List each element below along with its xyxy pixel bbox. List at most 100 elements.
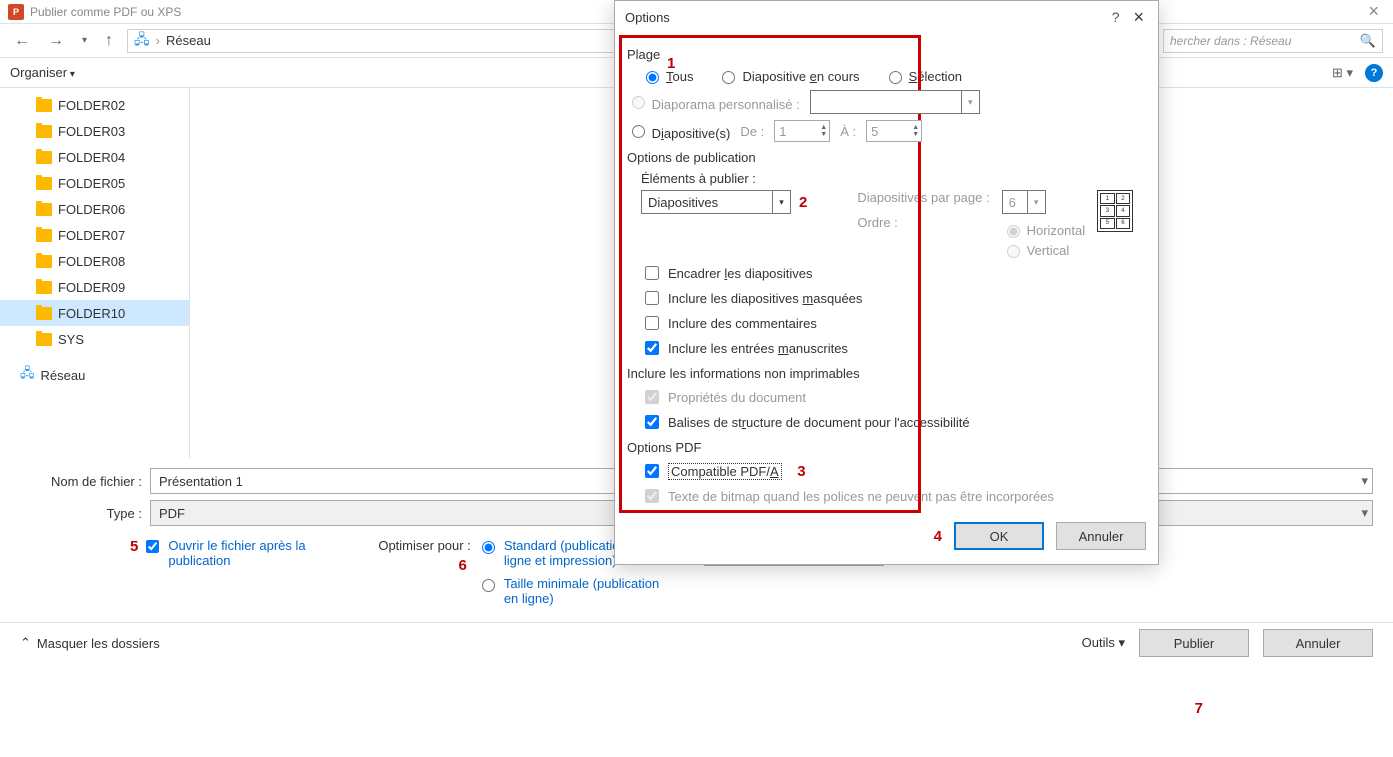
chevron-up-icon: ⌃ bbox=[20, 635, 31, 651]
hidden-slides-checkbox[interactable]: Inclure les diapositives masquées bbox=[641, 288, 1146, 308]
dialog-title: Options bbox=[625, 10, 1112, 25]
to-label: À : bbox=[840, 124, 856, 139]
ok-button[interactable]: OK bbox=[954, 522, 1044, 550]
tree-folder[interactable]: FOLDER06 bbox=[0, 196, 189, 222]
frame-slides-checkbox[interactable]: Encadrer les diapositives bbox=[641, 263, 1146, 283]
doc-props-checkbox: Propriétés du document bbox=[641, 387, 1146, 407]
tree-folder[interactable]: SYS bbox=[0, 326, 189, 352]
bitmap-text-checkbox: Texte de bitmap quand les polices ne peu… bbox=[641, 486, 1146, 506]
tree-folder-label: FOLDER08 bbox=[58, 254, 125, 269]
comments-checkbox[interactable]: Inclure des commentaires bbox=[641, 313, 1146, 333]
publish-label: Publier bbox=[1174, 636, 1214, 651]
search-input[interactable]: hercher dans : Réseau 🔍 bbox=[1163, 29, 1383, 53]
folder-icon bbox=[36, 177, 52, 190]
cancel-label: Annuler bbox=[1296, 636, 1341, 651]
publish-options-label: Options de publication bbox=[627, 150, 1146, 165]
folder-icon bbox=[36, 281, 52, 294]
dropdown-icon[interactable]: ▾ bbox=[1361, 505, 1368, 521]
tree-folder-label: FOLDER10 bbox=[58, 306, 125, 321]
elements-label: Éléments à publier : bbox=[641, 171, 1146, 186]
footer: ⌃ Masquer les dossiers Outils ▾ Publier … bbox=[0, 622, 1393, 669]
from-spinner[interactable]: 1▲▼ bbox=[774, 120, 830, 142]
range-slides-radio[interactable]: Diapositive(s) bbox=[627, 122, 730, 141]
tree-network[interactable]: 🖧Réseau bbox=[0, 362, 189, 388]
type-label: Type : bbox=[20, 506, 150, 521]
cancel-button[interactable]: Annuler bbox=[1263, 629, 1373, 657]
pdf-options-label: Options PDF bbox=[627, 440, 1146, 455]
tree-folder[interactable]: FOLDER08 bbox=[0, 248, 189, 274]
tree-folder-label: FOLDER07 bbox=[58, 228, 125, 243]
help-icon[interactable]: ? bbox=[1365, 64, 1383, 82]
range-selection-radio[interactable]: Sélection bbox=[884, 68, 962, 84]
tree-folder[interactable]: FOLDER02 bbox=[0, 92, 189, 118]
annotation-5: 5 bbox=[130, 538, 138, 614]
folder-tree[interactable]: FOLDER02 FOLDER03 FOLDER04 FOLDER05 FOLD… bbox=[0, 88, 190, 458]
folder-icon bbox=[36, 229, 52, 242]
range-current-radio[interactable]: Diapositive en cours bbox=[717, 68, 859, 84]
breadcrumb-sep: › bbox=[156, 33, 160, 48]
publish-button[interactable]: Publier bbox=[1139, 629, 1249, 657]
options-dialog: Options ? × Plage 1 Tous Diapositive en … bbox=[614, 0, 1159, 565]
elements-select[interactable]: Diapositives ▾ bbox=[641, 190, 791, 214]
folder-icon bbox=[36, 333, 52, 346]
struct-tags-checkbox[interactable]: Balises de structure de document pour l'… bbox=[641, 412, 1146, 432]
tree-folder[interactable]: FOLDER05 bbox=[0, 170, 189, 196]
open-after-checkbox[interactable]: Ouvrir le fichier après la publication bbox=[142, 538, 338, 614]
slides-per-page-select: 6▾ bbox=[1002, 190, 1046, 214]
to-value: 5 bbox=[871, 124, 878, 139]
tree-network-label: Réseau bbox=[41, 368, 86, 383]
ok-label: OK bbox=[990, 529, 1009, 544]
search-icon[interactable]: 🔍 bbox=[1360, 33, 1376, 49]
back-icon[interactable]: ← bbox=[10, 30, 34, 52]
comments-label: Inclure des commentaires bbox=[668, 316, 817, 331]
layout-preview-icon: 123456 bbox=[1097, 190, 1133, 232]
dialog-close-icon[interactable]: × bbox=[1129, 7, 1148, 28]
dialog-titlebar: Options ? × bbox=[615, 1, 1158, 33]
dialog-cancel-button[interactable]: Annuler bbox=[1056, 522, 1146, 550]
elements-value: Diapositives bbox=[648, 195, 718, 210]
folder-icon bbox=[36, 151, 52, 164]
tree-folder[interactable]: FOLDER03 bbox=[0, 118, 189, 144]
organize-button[interactable]: Organiser bbox=[10, 65, 75, 80]
pdfa-checkbox[interactable]: Compatible PDF/A 3 bbox=[641, 461, 1146, 481]
from-value: 1 bbox=[779, 124, 786, 139]
tree-folder-label: FOLDER06 bbox=[58, 202, 125, 217]
tree-folder-label: FOLDER02 bbox=[58, 98, 125, 113]
tools-menu[interactable]: Outils ▾ bbox=[1082, 635, 1125, 651]
filename-value: Présentation 1 bbox=[159, 474, 243, 489]
annotation-3: 3 bbox=[797, 463, 805, 480]
custom-show-radio: Diaporama personnalisé : bbox=[627, 93, 800, 112]
folder-icon bbox=[36, 99, 52, 112]
optimize-minsize-radio[interactable]: Taille minimale (publication en ligne) bbox=[477, 576, 664, 606]
search-placeholder: hercher dans : Réseau bbox=[1170, 34, 1360, 48]
nonprint-info-label: Inclure les informations non imprimables bbox=[627, 366, 1146, 381]
tree-folder[interactable]: FOLDER10 bbox=[0, 300, 189, 326]
window-title: Publier comme PDF ou XPS bbox=[30, 5, 181, 19]
tree-folder[interactable]: FOLDER04 bbox=[0, 144, 189, 170]
recent-dropdown-icon[interactable]: ▾ bbox=[78, 33, 91, 48]
forward-icon[interactable]: → bbox=[44, 30, 68, 52]
up-icon[interactable]: ↑ bbox=[101, 30, 117, 52]
dialog-help-icon[interactable]: ? bbox=[1112, 9, 1120, 25]
dropdown-icon[interactable]: ▾ bbox=[772, 191, 790, 213]
optimize-label: Optimiser pour : bbox=[378, 538, 470, 553]
annotation-2: 2 bbox=[799, 194, 807, 211]
from-label: De : bbox=[740, 124, 764, 139]
close-icon[interactable]: × bbox=[1362, 1, 1385, 22]
annotation-1: 1 bbox=[667, 55, 675, 72]
dropdown-icon[interactable]: ▾ bbox=[1361, 473, 1368, 489]
type-value: PDF bbox=[159, 506, 185, 521]
view-options-icon[interactable]: ⊞ ▾ bbox=[1332, 65, 1353, 81]
ink-checkbox[interactable]: Inclure les entrées manuscrites bbox=[641, 338, 1146, 358]
order-vertical-radio: Vertical bbox=[1002, 242, 1086, 258]
folder-icon bbox=[36, 203, 52, 216]
annotation-6: 6 bbox=[458, 557, 466, 574]
breadcrumb-item[interactable]: Réseau bbox=[166, 33, 211, 48]
to-spinner[interactable]: 5▲▼ bbox=[866, 120, 922, 142]
custom-show-select: ▾ bbox=[810, 90, 980, 114]
tree-folder-label: FOLDER03 bbox=[58, 124, 125, 139]
hide-folders-button[interactable]: ⌃ Masquer les dossiers bbox=[20, 635, 160, 651]
tree-folder[interactable]: FOLDER07 bbox=[0, 222, 189, 248]
tree-folder[interactable]: FOLDER09 bbox=[0, 274, 189, 300]
hide-folders-label: Masquer les dossiers bbox=[37, 636, 160, 651]
